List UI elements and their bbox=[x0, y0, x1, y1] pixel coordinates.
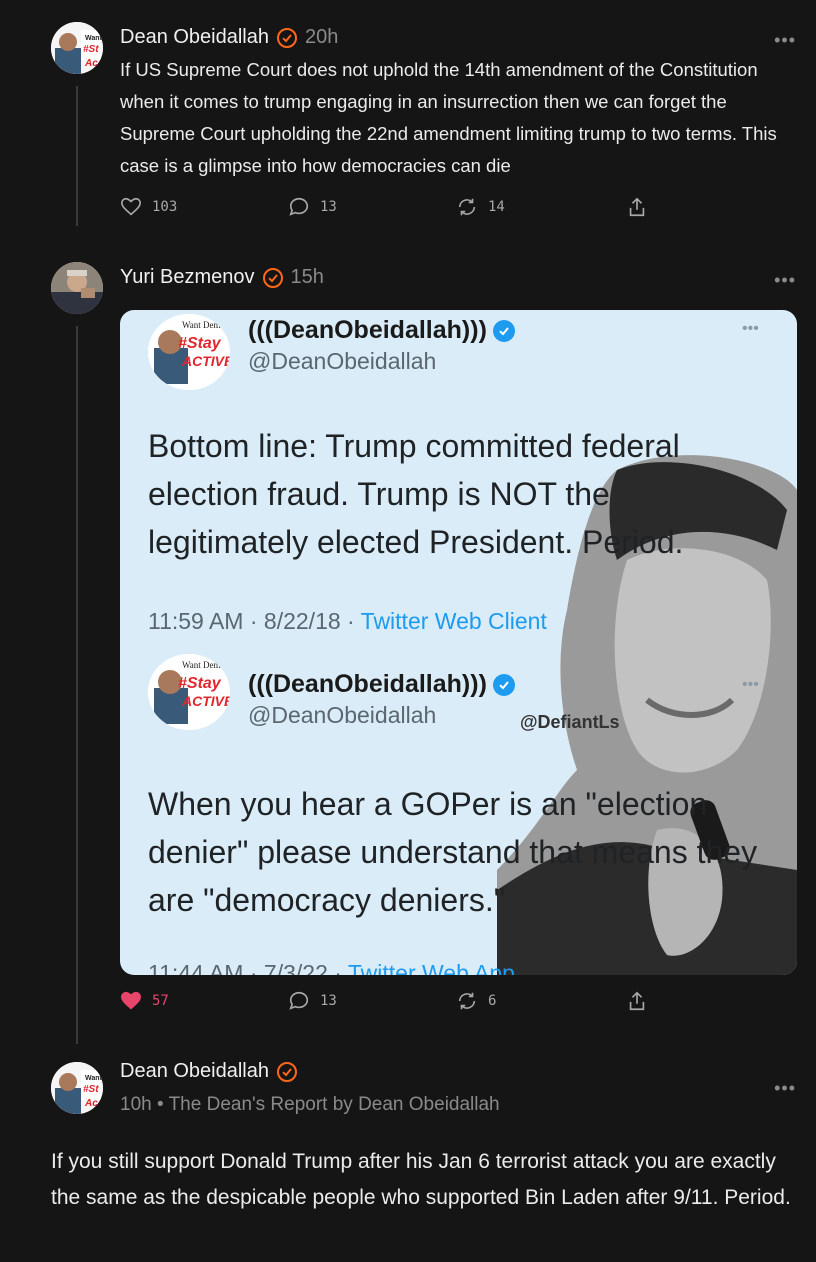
svg-text:Ac: Ac bbox=[84, 1098, 98, 1109]
avatar-image: Want #St Ac bbox=[51, 1062, 103, 1114]
avatar-dean[interactable]: Want #St Ac bbox=[51, 1062, 103, 1114]
separator: • bbox=[156, 1094, 164, 1115]
author-row: Dean Obeidallah bbox=[120, 1060, 297, 1083]
post-subtitle: 10h • The Dean's Report by Dean Obeidall… bbox=[120, 1094, 500, 1116]
author-name[interactable]: Dean Obeidallah bbox=[120, 1060, 269, 1083]
svg-text:#St: #St bbox=[83, 1084, 99, 1095]
post-time[interactable]: 10h bbox=[120, 1094, 152, 1115]
more-icon[interactable]: ••• bbox=[774, 1078, 796, 1099]
post-text: If you still support Donald Trump after … bbox=[51, 1150, 791, 1209]
verified-icon bbox=[277, 1061, 297, 1082]
post-3: Want #St Ac Dean Obeidallah ••• 10h • Th… bbox=[0, 0, 816, 1262]
svg-text:Want: Want bbox=[85, 1075, 103, 1082]
publication-link[interactable]: The Dean's Report by Dean Obeidallah bbox=[169, 1094, 500, 1115]
